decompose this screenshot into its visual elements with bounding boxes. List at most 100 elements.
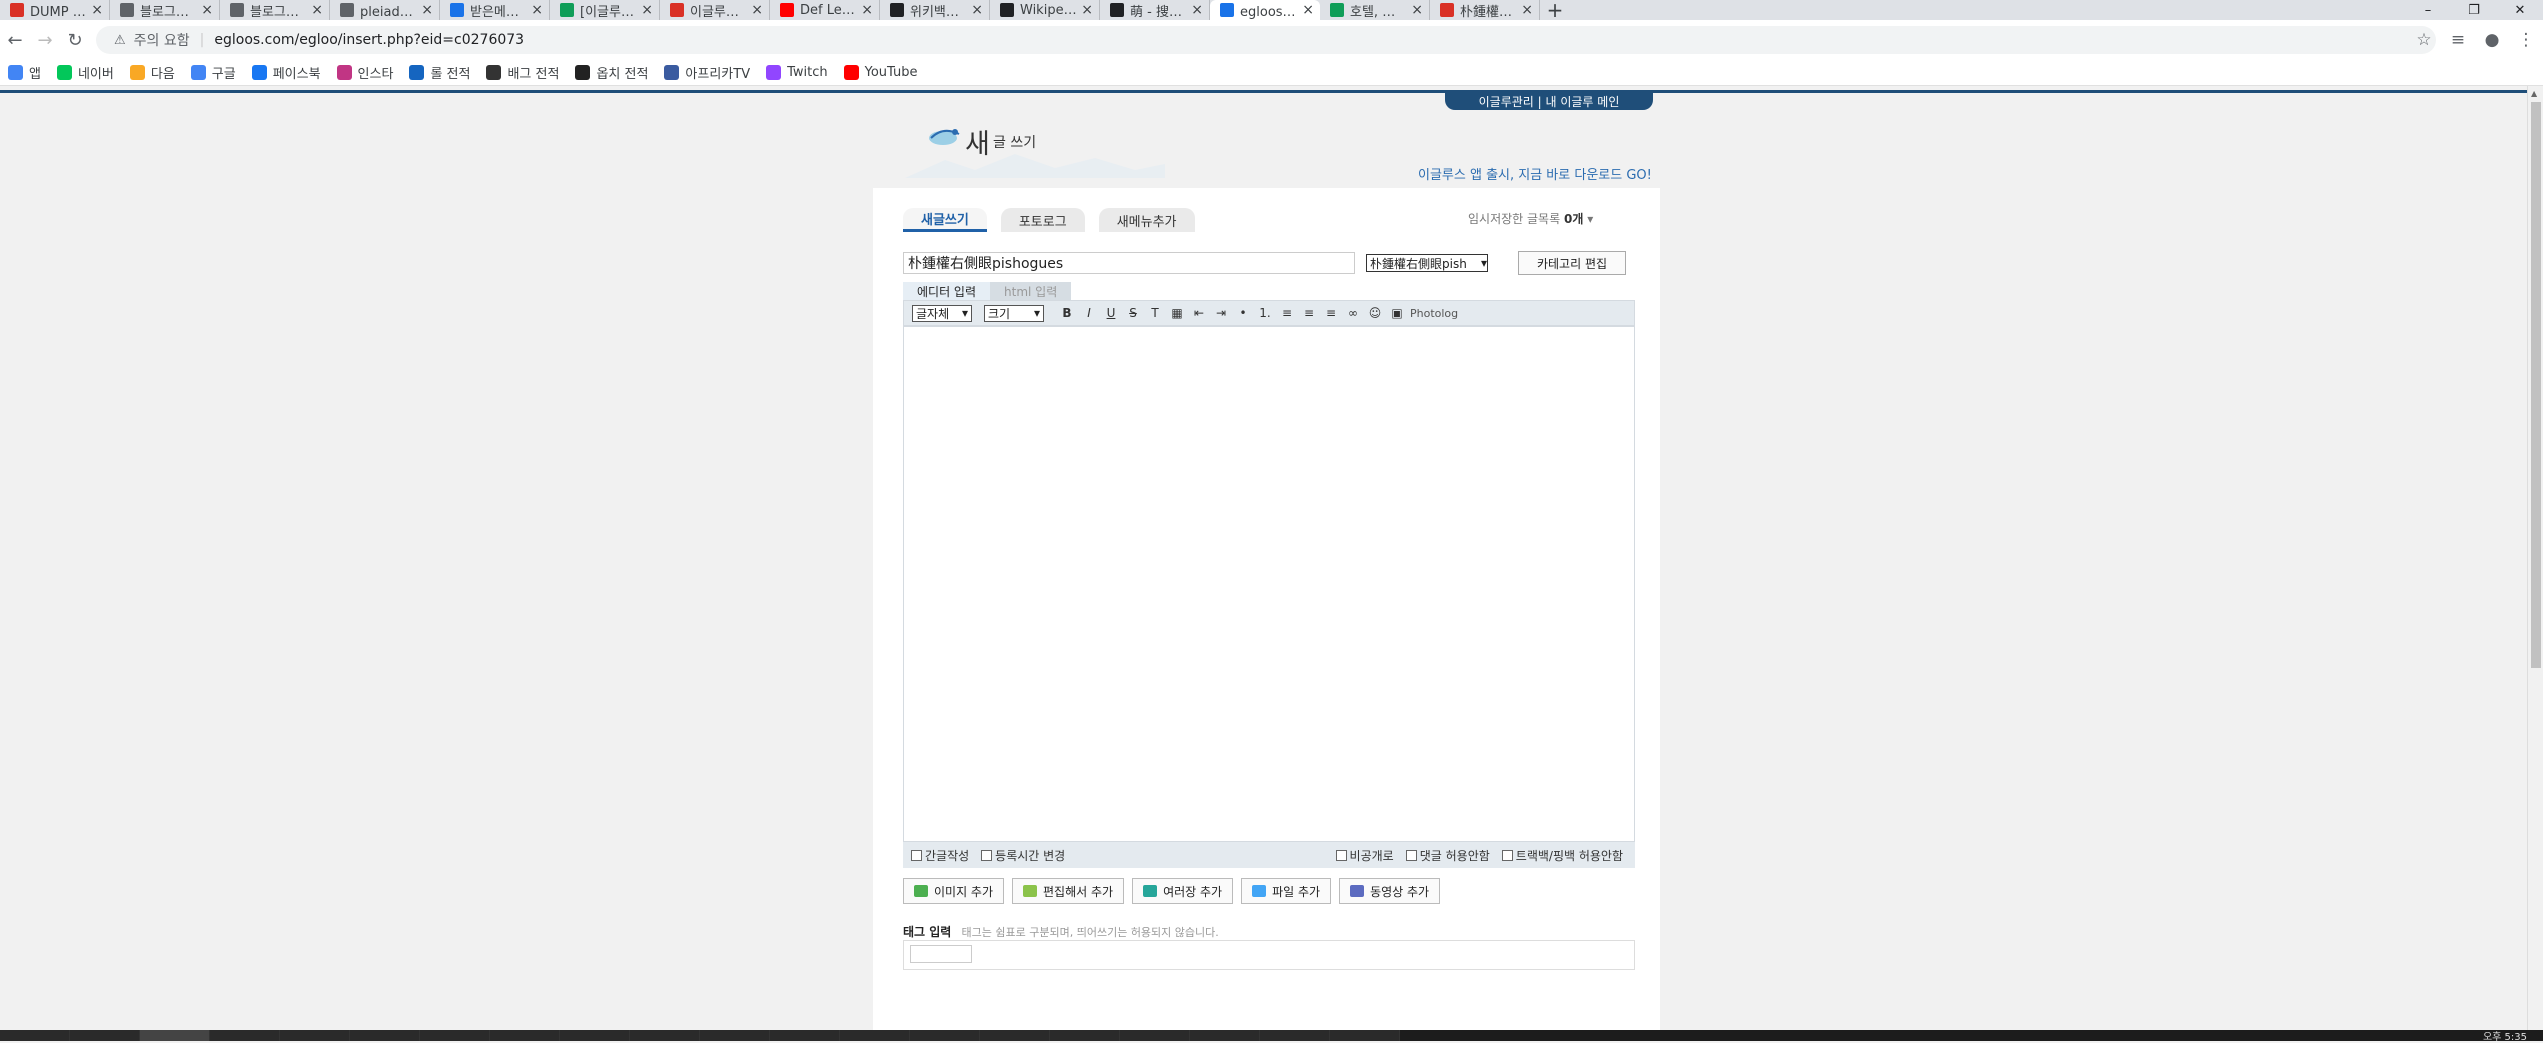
checkbox[interactable] [1501,849,1513,861]
taskbar-app-icon[interactable] [1190,1030,1260,1041]
underline-icon[interactable]: U [1100,303,1122,323]
option-change-time[interactable]: 등록시간 변경 [981,847,1065,864]
link-icon[interactable]: ∞ [1342,303,1364,323]
numbered-list-icon[interactable]: 1. [1254,303,1276,323]
browser-tab[interactable]: 위키백과 – 위키백× [880,0,990,20]
taskbar-app-icon[interactable] [210,1030,280,1041]
close-icon[interactable]: × [421,2,433,18]
browser-tab[interactable]: [이글루스] 확인 후× [550,0,660,20]
checkbox[interactable] [1405,849,1417,861]
align-left-icon[interactable]: ≡ [1276,303,1298,323]
close-icon[interactable]: × [201,2,213,18]
tab-html-input[interactable]: html 입력 [990,282,1072,300]
url-text[interactable]: egloos.com/egloo/insert.php?eid=c0276073 [214,32,524,48]
attach-button[interactable]: 동영상 추가 [1339,878,1441,904]
attach-button[interactable]: 편집해서 추가 [1012,878,1125,904]
close-icon[interactable]: × [641,2,653,18]
bookmark-star-icon[interactable]: ☆ [2407,30,2441,50]
taskbar-app-icon[interactable] [1330,1030,1400,1041]
emoticon-icon[interactable]: ☺ [1364,303,1386,323]
restore-icon[interactable]: ❐ [2451,0,2497,20]
browser-tab[interactable]: 朴鍾權朴英英朴× [1430,0,1540,20]
close-icon[interactable]: × [1521,2,1533,18]
close-icon[interactable]: × [861,2,873,18]
taskbar-app-icon[interactable] [140,1030,210,1041]
taskbar-app-icon[interactable] [770,1030,840,1041]
profile-avatar-icon[interactable]: ● [2475,30,2509,50]
browser-tab[interactable]: pleiades聯邦紀傳× [330,0,440,20]
bookmark-item[interactable]: Twitch [766,65,828,80]
bold-icon[interactable]: B [1056,303,1078,323]
photolog-label[interactable]: Photolog [1410,307,1458,320]
tab-new-post[interactable]: 새글쓰기 [903,208,987,232]
bookmark-item[interactable]: 인스타 [336,63,393,82]
taskbar-app-icon[interactable] [280,1030,350,1041]
size-select[interactable]: 크기 ▾ [984,304,1044,322]
bullet-list-icon[interactable]: • [1232,303,1254,323]
browser-tab[interactable]: DUMP PCK정상화× [0,0,110,20]
taskbar-app-icon[interactable] [490,1030,560,1041]
option-private[interactable]: 비공개로 [1335,847,1394,864]
forward-icon[interactable]: → [30,25,60,55]
browser-tab[interactable]: 블로그관리 | BLOG× [220,0,330,20]
editor-content-area[interactable] [903,326,1635,842]
bookmark-item[interactable]: 옵치 전적 [575,63,648,82]
align-right-icon[interactable]: ≡ [1320,303,1342,323]
close-icon[interactable]: × [531,2,543,18]
browser-tab[interactable]: 萌 - 搜索結果 - 維× [1100,0,1210,20]
close-icon[interactable]: × [1302,2,1314,18]
close-icon[interactable]: × [751,2,763,18]
back-icon[interactable]: ← [0,25,30,55]
bookmark-item[interactable]: 네이버 [56,63,114,82]
browser-tab[interactable]: 받은메일함 : Daum× [440,0,550,20]
page-scrollbar[interactable]: ▲ [2527,86,2543,1030]
category-select[interactable]: 朴鍾權右側眼pish ▾ [1366,254,1488,272]
browser-tab[interactable]: 이글루스 – 네이트× [660,0,770,20]
close-icon[interactable]: × [1411,2,1423,18]
bookmark-item[interactable]: 페이스북 [251,63,321,82]
taskbar-app-icon[interactable] [0,1030,70,1041]
bookmark-item[interactable]: 배그 전적 [486,63,559,82]
close-icon[interactable]: × [311,2,323,18]
temp-save-dropdown[interactable]: 임시저장한 글목록 0개 ▾ [1468,210,1593,227]
text-color-icon[interactable]: T [1144,303,1166,323]
taskbar-app-icon[interactable] [630,1030,700,1041]
strikethrough-icon[interactable]: S [1122,303,1144,323]
minimize-icon[interactable]: – [2405,0,2451,20]
taskbar-app-icon[interactable] [840,1030,910,1041]
tab-add-menu[interactable]: 새메뉴추가 [1098,208,1195,232]
checkbox[interactable] [911,849,922,861]
reload-icon[interactable]: ↻ [60,25,90,55]
address-bar[interactable]: ⚠ 주의 요함 | egloos.com/egloo/insert.php?ei… [96,26,2436,54]
taskbar-app-icon[interactable] [560,1030,630,1041]
option-no-comment[interactable]: 댓글 허용안함 [1405,847,1490,864]
new-tab-button[interactable]: + [1540,0,1570,22]
category-edit-button[interactable]: 카테고리 편집 [1518,251,1626,275]
indent-icon[interactable]: ⇥ [1210,303,1232,323]
app-promo-link[interactable]: 이글루스 앱 출시, 지금 바로 다운로드 GO! [1418,164,1652,183]
outdent-icon[interactable]: ⇤ [1188,303,1210,323]
option-quick-write[interactable]: 간글작성 [911,847,969,864]
bookmark-item[interactable]: 다음 [129,63,175,82]
camera-icon[interactable]: ▣ [1386,303,1408,323]
background-color-icon[interactable]: ▦ [1166,303,1188,323]
italic-icon[interactable]: I [1078,303,1100,323]
taskbar-app-icon[interactable] [1120,1030,1190,1041]
bookmark-item[interactable]: 아프리카TV [664,63,750,82]
align-center-icon[interactable]: ≡ [1298,303,1320,323]
close-icon[interactable]: × [91,2,103,18]
scroll-up-icon[interactable]: ▲ [2531,89,2537,98]
top-links[interactable]: 이글루관리 | 내 이글루 메인 [1445,93,1653,110]
warning-icon[interactable]: ⚠ [114,33,126,48]
menu-kebab-icon[interactable]: ⋮ [2509,30,2543,50]
browser-tab[interactable]: egloos!! - 블로그× [1210,0,1320,20]
taskbar-app-icon[interactable] [910,1030,980,1041]
tab-photolog[interactable]: 포토로그 [1000,208,1085,232]
taskbar-app-icon[interactable] [70,1030,140,1041]
scrollbar-thumb[interactable] [2531,102,2541,668]
taskbar-app-icon[interactable] [700,1030,770,1041]
bookmark-item[interactable]: 롤 전적 [409,63,470,82]
option-no-trackback[interactable]: 트랙백/핑백 허용안함 [1501,847,1623,864]
post-title-input[interactable]: 朴鍾權右側眼pishogues [903,252,1355,274]
checkbox[interactable] [1335,849,1347,861]
